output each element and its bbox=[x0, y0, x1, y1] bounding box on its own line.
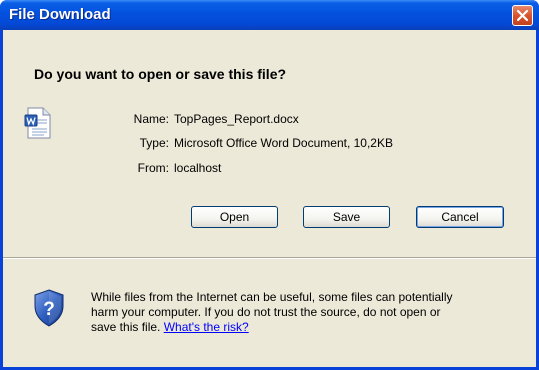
close-x-icon bbox=[516, 9, 529, 22]
warning-line-3: save this file. What's the risk? bbox=[91, 320, 527, 335]
warning-line-2: harm your computer. If you do not trust … bbox=[91, 305, 441, 319]
svg-text:?: ? bbox=[43, 299, 55, 320]
from-label: From: bbox=[137, 161, 169, 175]
type-label: Type: bbox=[139, 136, 169, 150]
save-button[interactable]: Save bbox=[303, 206, 390, 228]
window-title: File Download bbox=[9, 6, 111, 23]
dialog-question: Do you want to open or save this file? bbox=[34, 66, 287, 82]
dialog-body: Do you want to open or save this file? N… bbox=[3, 30, 536, 367]
shield-question-icon: ? bbox=[34, 289, 64, 327]
file-type-value: Microsoft Office Word Document, 10,2KB bbox=[174, 136, 393, 150]
file-name-value: TopPages_Report.docx bbox=[174, 112, 299, 126]
cancel-button[interactable]: Cancel bbox=[416, 206, 504, 228]
file-source-value: localhost bbox=[174, 161, 222, 175]
file-download-dialog: File Download Do you want to open or sav… bbox=[0, 0, 539, 370]
whats-the-risk-link[interactable]: What's the risk? bbox=[164, 320, 249, 334]
open-button[interactable]: Open bbox=[191, 206, 278, 228]
word-document-icon bbox=[24, 107, 51, 139]
name-label: Name: bbox=[133, 112, 169, 126]
warning-line-3-text: save this file. bbox=[91, 320, 161, 334]
security-warning: While files from the Internet can be use… bbox=[91, 290, 527, 335]
warning-line-1: While files from the Internet can be use… bbox=[91, 290, 453, 304]
close-button[interactable] bbox=[512, 5, 533, 26]
separator-highlight bbox=[3, 258, 536, 259]
title-bar[interactable]: File Download bbox=[0, 0, 539, 30]
